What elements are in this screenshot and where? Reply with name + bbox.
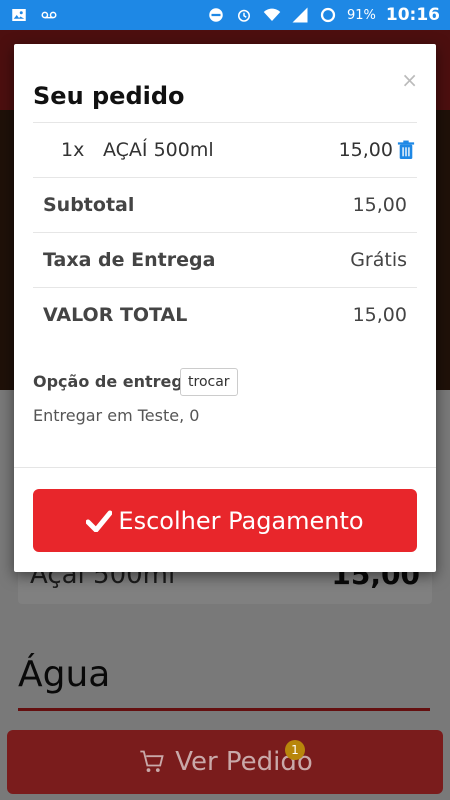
image-icon <box>12 9 26 21</box>
total-value: 15,00 <box>352 304 407 326</box>
item-quantity: 1x <box>61 139 85 161</box>
dnd-icon <box>209 8 223 22</box>
check-icon <box>86 510 113 532</box>
voicemail-icon <box>41 11 57 19</box>
cart-count-badge: 1 <box>285 740 305 760</box>
battery-icon <box>320 7 336 23</box>
cart-icon <box>140 750 164 773</box>
signal-icon <box>292 7 308 23</box>
modal-title: Seu pedido <box>33 82 185 110</box>
total-label: VALOR TOTAL <box>43 304 188 326</box>
status-bar: 91% 10:16 <box>0 0 450 30</box>
change-delivery-button[interactable]: trocar <box>180 368 238 396</box>
trash-icon[interactable] <box>397 140 415 160</box>
delivery-fee-value: Grátis <box>350 249 407 271</box>
total-row: VALOR TOTAL 15,00 <box>33 287 417 342</box>
delivery-address: Entregar em Teste, 0 <box>33 406 200 425</box>
view-order-button[interactable]: Ver Pedido <box>7 730 443 794</box>
choose-payment-label: Escolher Pagamento <box>118 506 364 535</box>
delivery-fee-row: Taxa de Entrega Grátis <box>33 232 417 287</box>
item-price: 15,00 <box>338 139 393 161</box>
item-name: AÇAÍ 500ml <box>103 139 214 161</box>
subtotal-value: 15,00 <box>352 194 407 216</box>
alarm-icon <box>237 9 250 22</box>
delivery-option-label: Opção de entrega <box>33 372 194 391</box>
order-modal: Seu pedido × 1x AÇAÍ 500ml 15,00 Subtota… <box>14 44 436 572</box>
modal-footer-divider <box>14 467 436 468</box>
order-item-row: 1x AÇAÍ 500ml 15,00 <box>33 122 417 177</box>
subtotal-label: Subtotal <box>43 194 135 216</box>
delivery-fee-label: Taxa de Entrega <box>43 249 216 271</box>
subtotal-row: Subtotal 15,00 <box>33 177 417 232</box>
wifi-icon <box>263 8 281 21</box>
clock: 10:16 <box>385 5 440 25</box>
choose-payment-button[interactable]: Escolher Pagamento <box>33 489 417 552</box>
close-icon[interactable]: × <box>401 68 418 92</box>
battery-percent: 91% <box>346 7 376 23</box>
